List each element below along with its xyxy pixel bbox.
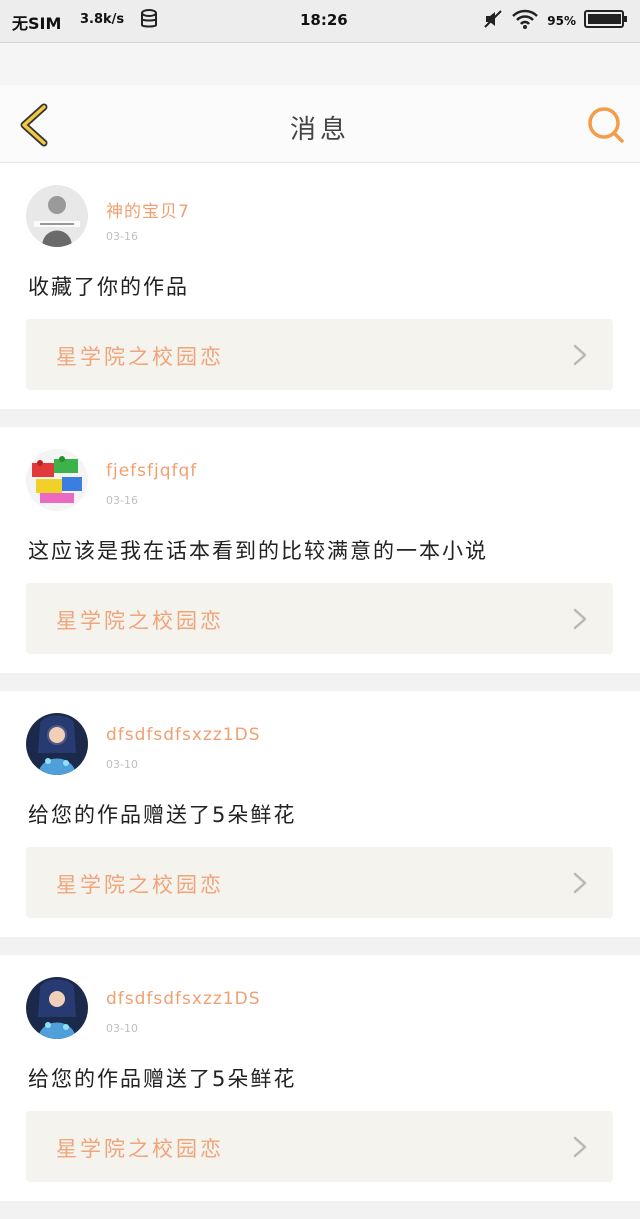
message-date: 03-10: [106, 1022, 138, 1035]
username[interactable]: dfsdfsdfsxzz1DS: [106, 989, 261, 1009]
network-speed: 3.8k/s: [80, 12, 125, 27]
work-link[interactable]: 星学院之校园恋: [26, 319, 613, 390]
message-card: 神的宝贝7 03-16 收藏了你的作品 星学院之校园恋: [0, 163, 640, 409]
chevron-right-icon: [573, 1136, 587, 1162]
data-icon: [140, 9, 160, 35]
avatar[interactable]: [26, 713, 88, 775]
message-text: 这应该是我在话本看到的比较满意的一本小说: [28, 539, 488, 563]
message-card: dfsdfsdfsxzz1DS 03-10 给您的作品赠送了5朵鲜花 星学院之校…: [0, 955, 640, 1201]
chevron-right-icon: [573, 872, 587, 898]
message-list: 神的宝贝7 03-16 收藏了你的作品 星学院之校园恋 fjefsfjqfqf …: [0, 163, 640, 1219]
mute-icon: [483, 9, 503, 33]
clock: 18:26: [300, 11, 348, 29]
chevron-right-icon: [573, 344, 587, 370]
work-title: 星学院之校园恋: [56, 873, 224, 897]
username[interactable]: fjefsfjqfqf: [106, 461, 197, 481]
username[interactable]: dfsdfsdfsxzz1DS: [106, 725, 261, 745]
message-date: 03-16: [106, 230, 138, 243]
search-button[interactable]: [586, 105, 626, 145]
avatar[interactable]: [26, 977, 88, 1039]
work-link[interactable]: 星学院之校园恋: [26, 583, 613, 654]
avatar[interactable]: [26, 449, 88, 511]
avatar[interactable]: [26, 185, 88, 247]
nav-bar: 消息: [0, 85, 640, 163]
status-bar: 无SIM 3.8k/s 18:26 95%: [0, 0, 640, 43]
work-title: 星学院之校园恋: [56, 609, 224, 633]
username[interactable]: 神的宝贝7: [106, 197, 190, 222]
work-link[interactable]: 星学院之校园恋: [26, 847, 613, 918]
message-date: 03-10: [106, 758, 138, 771]
chevron-right-icon: [573, 608, 587, 634]
battery-icon: [584, 9, 628, 33]
message-date: 03-16: [106, 494, 138, 507]
spacer: [0, 43, 640, 85]
message-card: dfsdfsdfsxzz1DS 03-10 给您的作品赠送了5朵鲜花 星学院之校…: [0, 691, 640, 937]
work-link[interactable]: 星学院之校园恋: [26, 1111, 613, 1182]
message-text: 给您的作品赠送了5朵鲜花: [28, 803, 297, 827]
battery-percent: 95%: [547, 14, 576, 28]
message-card: fjefsfjqfqf 03-16 这应该是我在话本看到的比较满意的一本小说 星…: [0, 427, 640, 673]
carrier-label: 无SIM: [12, 14, 62, 33]
wifi-icon: [511, 8, 539, 34]
message-text: 收藏了你的作品: [28, 275, 189, 299]
work-title: 星学院之校园恋: [56, 345, 224, 369]
page-title: 消息: [289, 115, 350, 145]
message-text: 给您的作品赠送了5朵鲜花: [28, 1067, 297, 1091]
search-icon: [588, 107, 624, 143]
